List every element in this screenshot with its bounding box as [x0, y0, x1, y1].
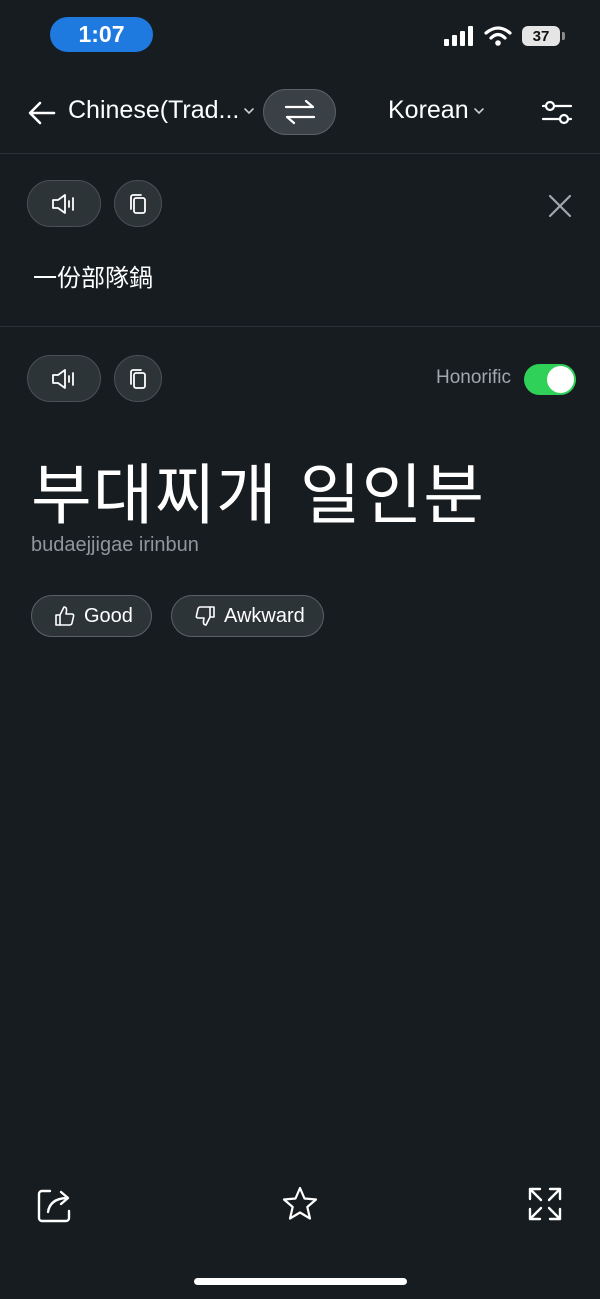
target-language-selector[interactable]: Korean	[388, 96, 485, 125]
settings-sliders-icon[interactable]	[541, 98, 573, 128]
close-icon[interactable]	[546, 192, 574, 220]
back-arrow-icon[interactable]	[26, 97, 58, 129]
battery-level: 37	[532, 27, 550, 45]
source-language-label: Chinese(Trad...	[68, 96, 240, 124]
source-language-selector[interactable]: Chinese(Trad...	[68, 96, 255, 125]
expand-icon[interactable]	[526, 1185, 564, 1223]
awkward-feedback-button[interactable]: Awkward	[171, 595, 324, 637]
chevron-down-icon	[244, 107, 255, 114]
thumbs-down-icon	[195, 606, 215, 626]
toggle-knob	[547, 366, 574, 393]
result-copy-button[interactable]	[114, 355, 162, 402]
cellular-signal-icon	[444, 26, 473, 46]
battery-icon: 37	[522, 26, 565, 46]
awkward-label: Awkward	[224, 604, 305, 627]
status-time: 1:07	[50, 17, 153, 52]
copy-icon	[130, 193, 146, 214]
star-icon[interactable]	[281, 1185, 319, 1223]
home-indicator[interactable]	[194, 1278, 407, 1285]
source-panel: 一份部隊鍋	[0, 154, 600, 327]
good-feedback-button[interactable]: Good	[31, 595, 152, 637]
source-speak-button[interactable]	[27, 180, 101, 227]
target-language-label: Korean	[388, 96, 469, 124]
translation-text: 부대찌개 일인분	[31, 457, 486, 534]
result-panel: Honorific 부대찌개 일인분 budaejjigae irinbun G…	[0, 327, 600, 727]
status-bar: 1:07 37	[0, 0, 600, 70]
result-speak-button[interactable]	[27, 355, 101, 402]
romanization-text: budaejjigae irinbun	[31, 534, 199, 556]
wifi-icon	[484, 26, 512, 46]
swap-icon	[284, 99, 315, 125]
copy-icon	[130, 368, 146, 389]
honorific-toggle[interactable]	[524, 364, 576, 395]
chevron-down-icon	[473, 107, 484, 114]
good-label: Good	[84, 604, 133, 627]
source-copy-button[interactable]	[114, 180, 162, 227]
speaker-icon	[52, 193, 74, 214]
swap-languages-button[interactable]	[263, 89, 336, 135]
honorific-label: Honorific	[436, 367, 511, 388]
status-icons: 37	[444, 24, 565, 48]
translator-header: Chinese(Trad... Korean	[0, 70, 600, 154]
speaker-icon	[52, 368, 74, 389]
thumbs-up-icon	[55, 606, 75, 626]
share-icon[interactable]	[36, 1185, 74, 1223]
source-text: 一份部隊鍋	[33, 264, 153, 292]
